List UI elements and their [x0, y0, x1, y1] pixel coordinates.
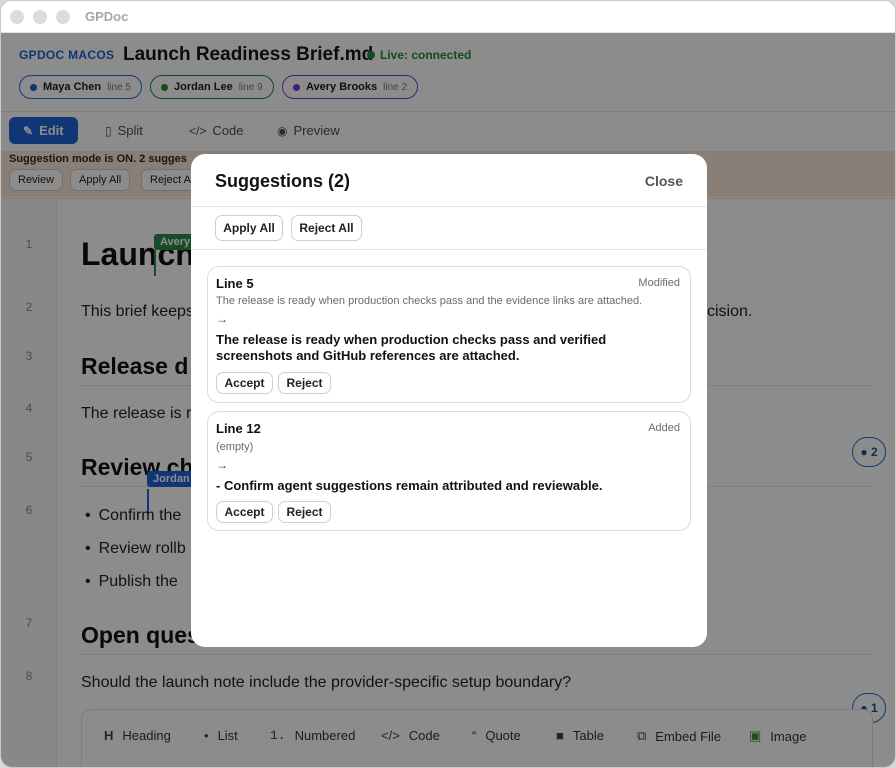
- dialog-divider: [191, 249, 707, 250]
- suggestion-line: Line 5: [216, 276, 254, 291]
- minimize-window-button[interactable]: [33, 10, 47, 24]
- suggestion-kind: Modified: [638, 277, 680, 289]
- apply-all-button[interactable]: Apply All: [215, 215, 283, 241]
- app-title: GPDoc: [85, 9, 129, 24]
- suggestion-card: Line 12 Added (empty) → - Confirm agent …: [207, 411, 691, 531]
- reject-all-button[interactable]: Reject All: [291, 215, 362, 241]
- reject-button[interactable]: Reject: [278, 372, 331, 394]
- suggestion-new-text: - Confirm agent suggestions remain attri…: [216, 478, 603, 493]
- dialog-divider: [191, 206, 707, 207]
- accept-button[interactable]: Accept: [216, 372, 273, 394]
- close-button[interactable]: Close: [645, 173, 683, 189]
- suggestions-dialog: Suggestions (2) Close Apply All Reject A…: [191, 154, 707, 647]
- suggestion-kind: Added: [648, 422, 680, 434]
- suggestion-original: (empty): [216, 441, 254, 453]
- close-window-button[interactable]: [10, 10, 24, 24]
- arrow-icon: →: [216, 458, 228, 472]
- suggestion-new-text: The release is ready when production che…: [216, 332, 607, 363]
- dialog-title: Suggestions (2): [215, 171, 351, 191]
- suggestion-line: Line 12: [216, 421, 261, 436]
- zoom-window-button[interactable]: [56, 10, 70, 24]
- reject-button[interactable]: Reject: [278, 501, 331, 523]
- accept-button[interactable]: Accept: [216, 501, 273, 523]
- arrow-icon: →: [216, 312, 228, 326]
- title-bar: GPDoc: [1, 1, 895, 33]
- suggestion-card: Line 5 Modified The release is ready whe…: [207, 266, 691, 403]
- app-window: GPDoc GPDOC MACOS Launch Readiness Brief…: [0, 0, 896, 768]
- suggestion-original: The release is ready when production che…: [216, 295, 643, 307]
